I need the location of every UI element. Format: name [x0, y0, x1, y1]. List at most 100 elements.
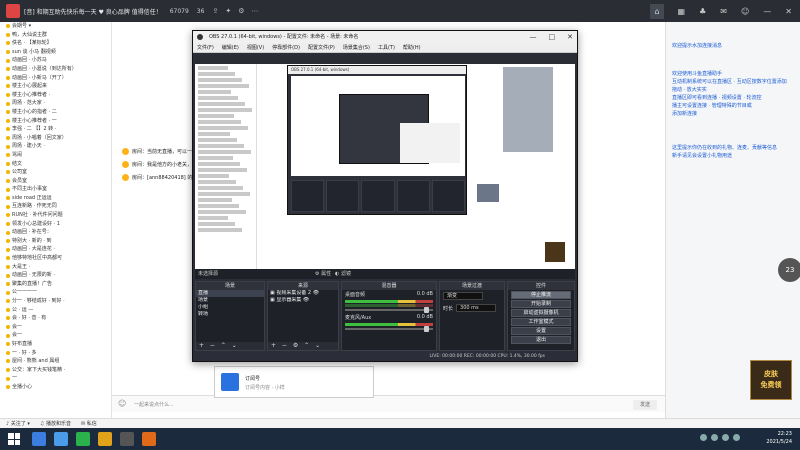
stop-streaming-button[interactable]: 停止推流 — [511, 291, 571, 299]
clock[interactable]: 22:23 2021/5/24 — [766, 430, 792, 446]
studio-mode-button[interactable]: 工作室模式 — [511, 318, 571, 326]
scene-item[interactable]: 小组 — [196, 304, 264, 311]
gamepad-icon[interactable]: ♣ — [699, 7, 706, 16]
system-tray[interactable] — [700, 434, 740, 441]
member-list-item[interactable]: 他够特地社区中高都可 — [0, 254, 111, 263]
settings-icon[interactable]: ⚙ — [238, 7, 244, 15]
member-list-item[interactable]: 公司室 — [0, 168, 111, 177]
member-list-item[interactable]: 骂闹 — [0, 151, 111, 160]
strip-item[interactable]: ♪ 关注了 ▾ — [6, 419, 30, 428]
member-list-item[interactable]: 一 · 好 · 多 — [0, 349, 111, 358]
member-list-item[interactable]: 聚集的直播！广告 — [0, 280, 111, 289]
volume-slider[interactable] — [345, 307, 433, 313]
member-list-item[interactable]: 大是王 · — [0, 263, 111, 272]
scene-item[interactable]: 转场 — [196, 311, 264, 318]
source-toolbar-bottom[interactable]: + − ⚙ ⌃ ⌄ — [268, 342, 338, 350]
online-count-badge[interactable]: 23 — [778, 258, 800, 282]
member-list-item[interactable]: 全播小心 — [0, 383, 111, 392]
member-list-item[interactable]: 动画回 · 大是连花 · — [0, 245, 111, 254]
menu-item[interactable]: 帮助(H) — [403, 43, 421, 52]
wechat-icon[interactable] — [76, 432, 90, 446]
member-list-item[interactable]: 结文 — [0, 160, 111, 169]
member-list-item[interactable]: 特别大 · 新的 · 到 — [0, 237, 111, 246]
member-list-item[interactable]: 动画回 · 无限的新 · — [0, 271, 111, 280]
user-icon[interactable]: ☺ — [741, 7, 749, 16]
strip-item[interactable]: ✉ 私信 — [81, 419, 97, 428]
member-list-item[interactable]: sun 谈 小马 翻视频 — [0, 48, 111, 57]
chat-input[interactable]: 一起来说点什么... — [134, 401, 174, 408]
member-list-item[interactable]: 动画回 · 小葛说（到达所有） — [0, 65, 111, 74]
menu-item[interactable]: 停靠部件(D) — [272, 43, 300, 52]
home-icon[interactable]: ⌂ — [650, 3, 664, 19]
member-list-item[interactable]: 楼主小心展起来 — [0, 82, 111, 91]
member-list-item[interactable]: 会一 — [0, 323, 111, 332]
scene-toolbar[interactable]: + − ⌃ ⌄ — [196, 342, 264, 350]
more-icon[interactable]: ⋯ — [251, 7, 258, 15]
member-list-item[interactable]: 公一一一一 — [0, 288, 111, 297]
member-list-item[interactable]: 周扬 · 建小天 · — [0, 142, 111, 151]
menu-item[interactable]: 编辑(E) — [222, 43, 239, 52]
properties-button[interactable]: ⚙ 属性 — [315, 269, 331, 279]
windows-start-icon[interactable] — [8, 433, 20, 445]
subscription-card[interactable]: 订阅号 订阅号内容 · 小样 — [214, 366, 374, 398]
member-list-item[interactable]: 动画回 · 补在号： — [0, 228, 111, 237]
share-icon[interactable]: ⇪ — [212, 7, 218, 15]
menu-item[interactable]: 文件(F) — [197, 43, 214, 52]
filters-button[interactable]: ◐ 滤镜 — [335, 269, 351, 279]
source-item[interactable]: ▣ 显示器采集 👁 — [268, 297, 338, 304]
transition-select[interactable]: 渐变 — [443, 292, 483, 300]
minimize-icon[interactable]: — — [530, 31, 537, 43]
menu-item[interactable]: 场景集合(S) — [343, 43, 370, 52]
close-icon[interactable]: ✕ — [785, 7, 792, 16]
member-list-item[interactable]: 动画回 · 小新马（开了） — [0, 74, 111, 83]
start-recording-button[interactable]: 开始录制 — [511, 300, 571, 308]
close-icon[interactable]: ✕ — [567, 31, 573, 43]
source-item[interactable]: ▣ 视频采集设备 2 👁 — [268, 290, 338, 297]
member-list-item[interactable]: 公交：家下大买钱笔精 · — [0, 366, 111, 375]
member-list-item[interactable]: 佚名 · 【某标轮】 — [0, 39, 111, 48]
member-list-item[interactable]: 分一 · 够结成好 · 到好 · — [0, 297, 111, 306]
member-list-item[interactable]: 不同主出小事室 — [0, 185, 111, 194]
exit-button[interactable]: 退出 — [511, 336, 571, 344]
member-list-item[interactable]: 周扬 · 小唱着（回文家） — [0, 134, 111, 143]
member-list-item[interactable]: 鸭，大仙说主群 — [0, 31, 111, 40]
app-icon[interactable] — [32, 432, 46, 446]
member-list-item[interactable]: 楼主小心推荐者 · — [0, 91, 111, 100]
mail-icon[interactable]: ✉ — [720, 7, 727, 16]
menu-item[interactable]: 视图(V) — [247, 43, 264, 52]
member-list-item[interactable]: side road 正运运 — [0, 194, 111, 203]
menu-item[interactable]: 配置文件(P) — [308, 43, 335, 52]
emoji-icon[interactable]: ☺ — [118, 399, 126, 408]
scene-item[interactable]: 场景 — [196, 297, 264, 304]
app-icon[interactable] — [120, 432, 134, 446]
obs-preview[interactable]: OBS 27.0.1 (64-bit, windows) — [195, 55, 575, 275]
member-list-item[interactable]: 好布直播 — [0, 340, 111, 349]
gift-icon[interactable]: ✦ — [225, 7, 231, 15]
calendar-icon[interactable]: ▦ — [678, 7, 686, 16]
send-button[interactable]: 发送 — [633, 400, 657, 410]
member-list-item[interactable]: 会一 — [0, 331, 111, 340]
app-icon[interactable] — [142, 432, 156, 446]
member-list-item[interactable]: 一 — [0, 374, 111, 383]
member-list-item[interactable]: 李强 · 二 【】2 转 · — [0, 125, 111, 134]
promo-banner[interactable]: 皮肤 免费领 — [750, 360, 792, 400]
menu-item[interactable]: 工具(T) — [378, 43, 395, 52]
member-list-item[interactable]: 领发小心总建设好 · 1 — [0, 220, 111, 229]
duration-input[interactable]: 300 ms — [456, 304, 497, 312]
app-icon[interactable] — [54, 432, 68, 446]
maximize-icon[interactable]: □ — [549, 31, 556, 43]
scene-item[interactable]: 直播 — [196, 290, 264, 297]
member-list-item[interactable]: 会期号 ▾ — [0, 22, 111, 31]
volume-slider[interactable] — [345, 326, 433, 332]
app-icon[interactable] — [98, 432, 112, 446]
virtual-camera-button[interactable]: 启动虚拟摄像机 — [511, 309, 571, 317]
member-list-item[interactable]: 屋间 · 熊熊 and 属组 — [0, 357, 111, 366]
member-list-item[interactable]: 会员室 — [0, 177, 111, 186]
member-list-item[interactable]: 公 · 运 — — [0, 306, 111, 315]
member-list-item[interactable]: 楼主小心推荐者 · 一 — [0, 117, 111, 126]
member-list-item[interactable]: 动画回 · 小苏马 — [0, 56, 111, 65]
member-list-item[interactable]: 楼主小心的指者 · 二 — [0, 108, 111, 117]
strip-item[interactable]: ♫ 播放和乐音 — [40, 419, 71, 428]
member-list-item[interactable]: RUN社 · 补代件问问题 — [0, 211, 111, 220]
settings-button[interactable]: 设置 — [511, 327, 571, 335]
